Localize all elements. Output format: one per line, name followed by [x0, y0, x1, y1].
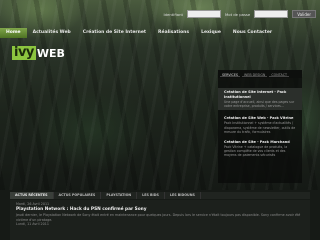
tab-actus-populaires[interactable]: ACTUS POPULAIRES: [54, 192, 102, 199]
nav-item-contact[interactable]: Nous Contacter: [227, 28, 278, 38]
nav-item-actualites[interactable]: Actualités Web: [27, 28, 77, 38]
password-field[interactable]: [254, 10, 289, 18]
offer-desc: Une page d'accueil, ainsi que des pages …: [224, 100, 295, 109]
tab-contact[interactable]: CONTACT: [269, 72, 290, 77]
offer-institutionnel[interactable]: Création de Site Internet - Pack Institu…: [218, 88, 302, 111]
tab-actus-recentes[interactable]: ACTUS RÉCENTES: [10, 192, 54, 199]
tab-web-design[interactable]: WEB DESIGN: [242, 72, 268, 77]
nav-item-home[interactable]: Home: [0, 28, 27, 38]
site-logo[interactable]: ivy WEB: [12, 46, 65, 60]
offer-marchand[interactable]: Création de Site - Pack Marchand Pack Vi…: [224, 140, 296, 158]
offer-vitrine[interactable]: Création de Site Web - Pack Vitrine Pack…: [224, 116, 296, 134]
tab-services[interactable]: SERVICES: [220, 72, 240, 77]
offer-desc: Pack Vitrine + catalogue de produits, la…: [224, 145, 288, 158]
offer-title: Création de Site Internet - Pack Institu…: [224, 90, 287, 99]
news-list: Mardi, 26 Avril 2011 Playstation Network…: [10, 200, 310, 240]
news-tabs: ACTUS RÉCENTES ACTUS POPULAIRES PLAYSTAT…: [10, 192, 310, 199]
tab-playstation[interactable]: PLAYSTATION: [101, 192, 138, 199]
password-label: Mot de passe: [224, 11, 251, 17]
logo-ivy: ivy: [12, 45, 36, 60]
identifiant-field[interactable]: [186, 10, 221, 18]
tab-les-bidouns[interactable]: LES BIDOUNS: [165, 192, 201, 199]
nav-item-realisations[interactable]: Réalisations: [152, 28, 195, 38]
login-submit-button[interactable]: Valider: [292, 10, 316, 18]
news-date: Lundi, 11 Avril 2011: [16, 222, 49, 226]
main-nav: Home Actualités Web Création de Site Int…: [0, 28, 320, 38]
offer-desc: Pack Institutionnel + système d'actualit…: [224, 121, 296, 134]
panel-tabs: SERVICES WEB DESIGN CONTACT: [218, 70, 302, 78]
tab-les-bids[interactable]: LES BIDS: [137, 192, 165, 199]
nav-item-lexique[interactable]: Lexique: [195, 28, 227, 38]
logo-web: WEB: [36, 46, 65, 60]
services-panel: SERVICES WEB DESIGN CONTACT Création de …: [218, 70, 302, 183]
nav-item-creation[interactable]: Création de Site Internet: [77, 28, 152, 38]
news-excerpt: Jeudi dernier, le Playstation Network de…: [16, 213, 301, 222]
identifiant-label: Identifiant: [163, 11, 183, 17]
login-bar: Identifiant Mot de passe Valider: [164, 10, 316, 18]
